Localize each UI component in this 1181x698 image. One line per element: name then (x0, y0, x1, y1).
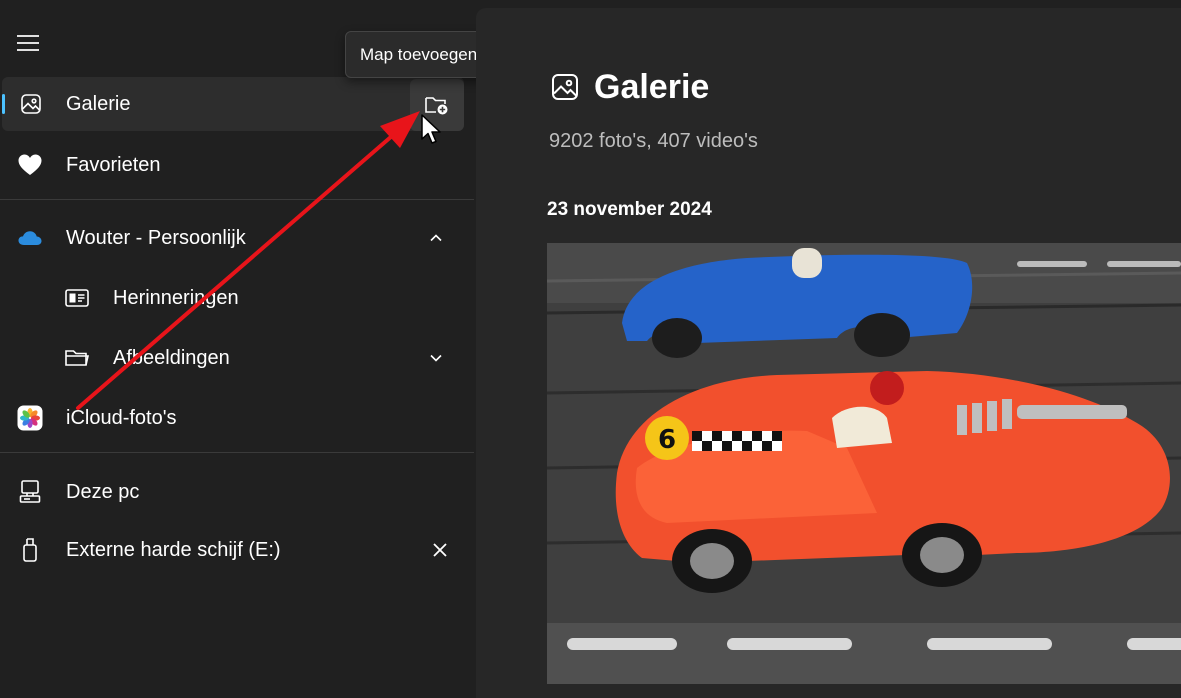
hamburger-menu-icon[interactable] (14, 32, 42, 54)
page-title: Galerie (594, 68, 710, 106)
navigation-pane: Galerie Favorieten Wouter - Persoonlijk (0, 0, 493, 698)
sidebar-item-afbeeldingen[interactable]: Afbeeldingen (2, 331, 464, 385)
selection-indicator (2, 94, 5, 114)
gallery-icon (18, 91, 44, 117)
sidebar-item-herinneringen[interactable]: Herinneringen (2, 271, 464, 325)
sidebar-item-onedrive[interactable]: Wouter - Persoonlijk (2, 211, 464, 265)
sidebar-item-label: Externe harde schijf (E:) (66, 539, 281, 561)
sidebar-item-label: iCloud-foto's (66, 407, 177, 429)
sidebar-item-icloud[interactable]: iCloud-foto's (2, 391, 464, 445)
sidebar-item-label: Deze pc (66, 481, 140, 503)
computer-icon (17, 479, 43, 505)
onedrive-cloud-icon (17, 225, 43, 251)
sidebar-item-label: Favorieten (66, 154, 161, 176)
icloud-photos-icon (17, 405, 43, 431)
sidebar-item-deze-pc[interactable]: Deze pc (2, 465, 464, 519)
chevron-up-icon[interactable] (427, 229, 445, 247)
sidebar-item-galerie[interactable]: Galerie (2, 77, 464, 131)
folder-icon (64, 345, 90, 371)
sidebar-item-external-drive[interactable]: Externe harde schijf (E:) (2, 523, 464, 577)
heart-icon (17, 152, 43, 178)
date-group-heading: 23 november 2024 (547, 199, 712, 220)
main-content: Galerie 9202 foto's, 407 video's 23 nove… (476, 8, 1181, 698)
mouse-cursor-icon (421, 114, 441, 144)
sidebar-item-favorieten[interactable]: Favorieten (2, 138, 464, 192)
close-icon[interactable] (431, 541, 449, 559)
memories-icon (64, 285, 90, 311)
sidebar-item-label: Herinneringen (113, 287, 239, 309)
sidebar-item-label: Wouter - Persoonlijk (66, 227, 246, 249)
sidebar-item-label: Galerie (66, 93, 131, 115)
photo-thumbnail[interactable]: 6 (547, 243, 1181, 684)
tooltip-text: Map toevoegen (360, 44, 478, 64)
divider (0, 199, 474, 200)
media-count: 9202 foto's, 407 video's (549, 130, 758, 152)
svg-text:6: 6 (658, 425, 676, 455)
tooltip: Map toevoegen (345, 31, 493, 78)
sidebar-item-label: Afbeeldingen (113, 347, 230, 369)
usb-drive-icon (17, 537, 43, 563)
gallery-icon (552, 74, 578, 100)
chevron-down-icon[interactable] (427, 349, 445, 367)
divider (0, 452, 474, 453)
